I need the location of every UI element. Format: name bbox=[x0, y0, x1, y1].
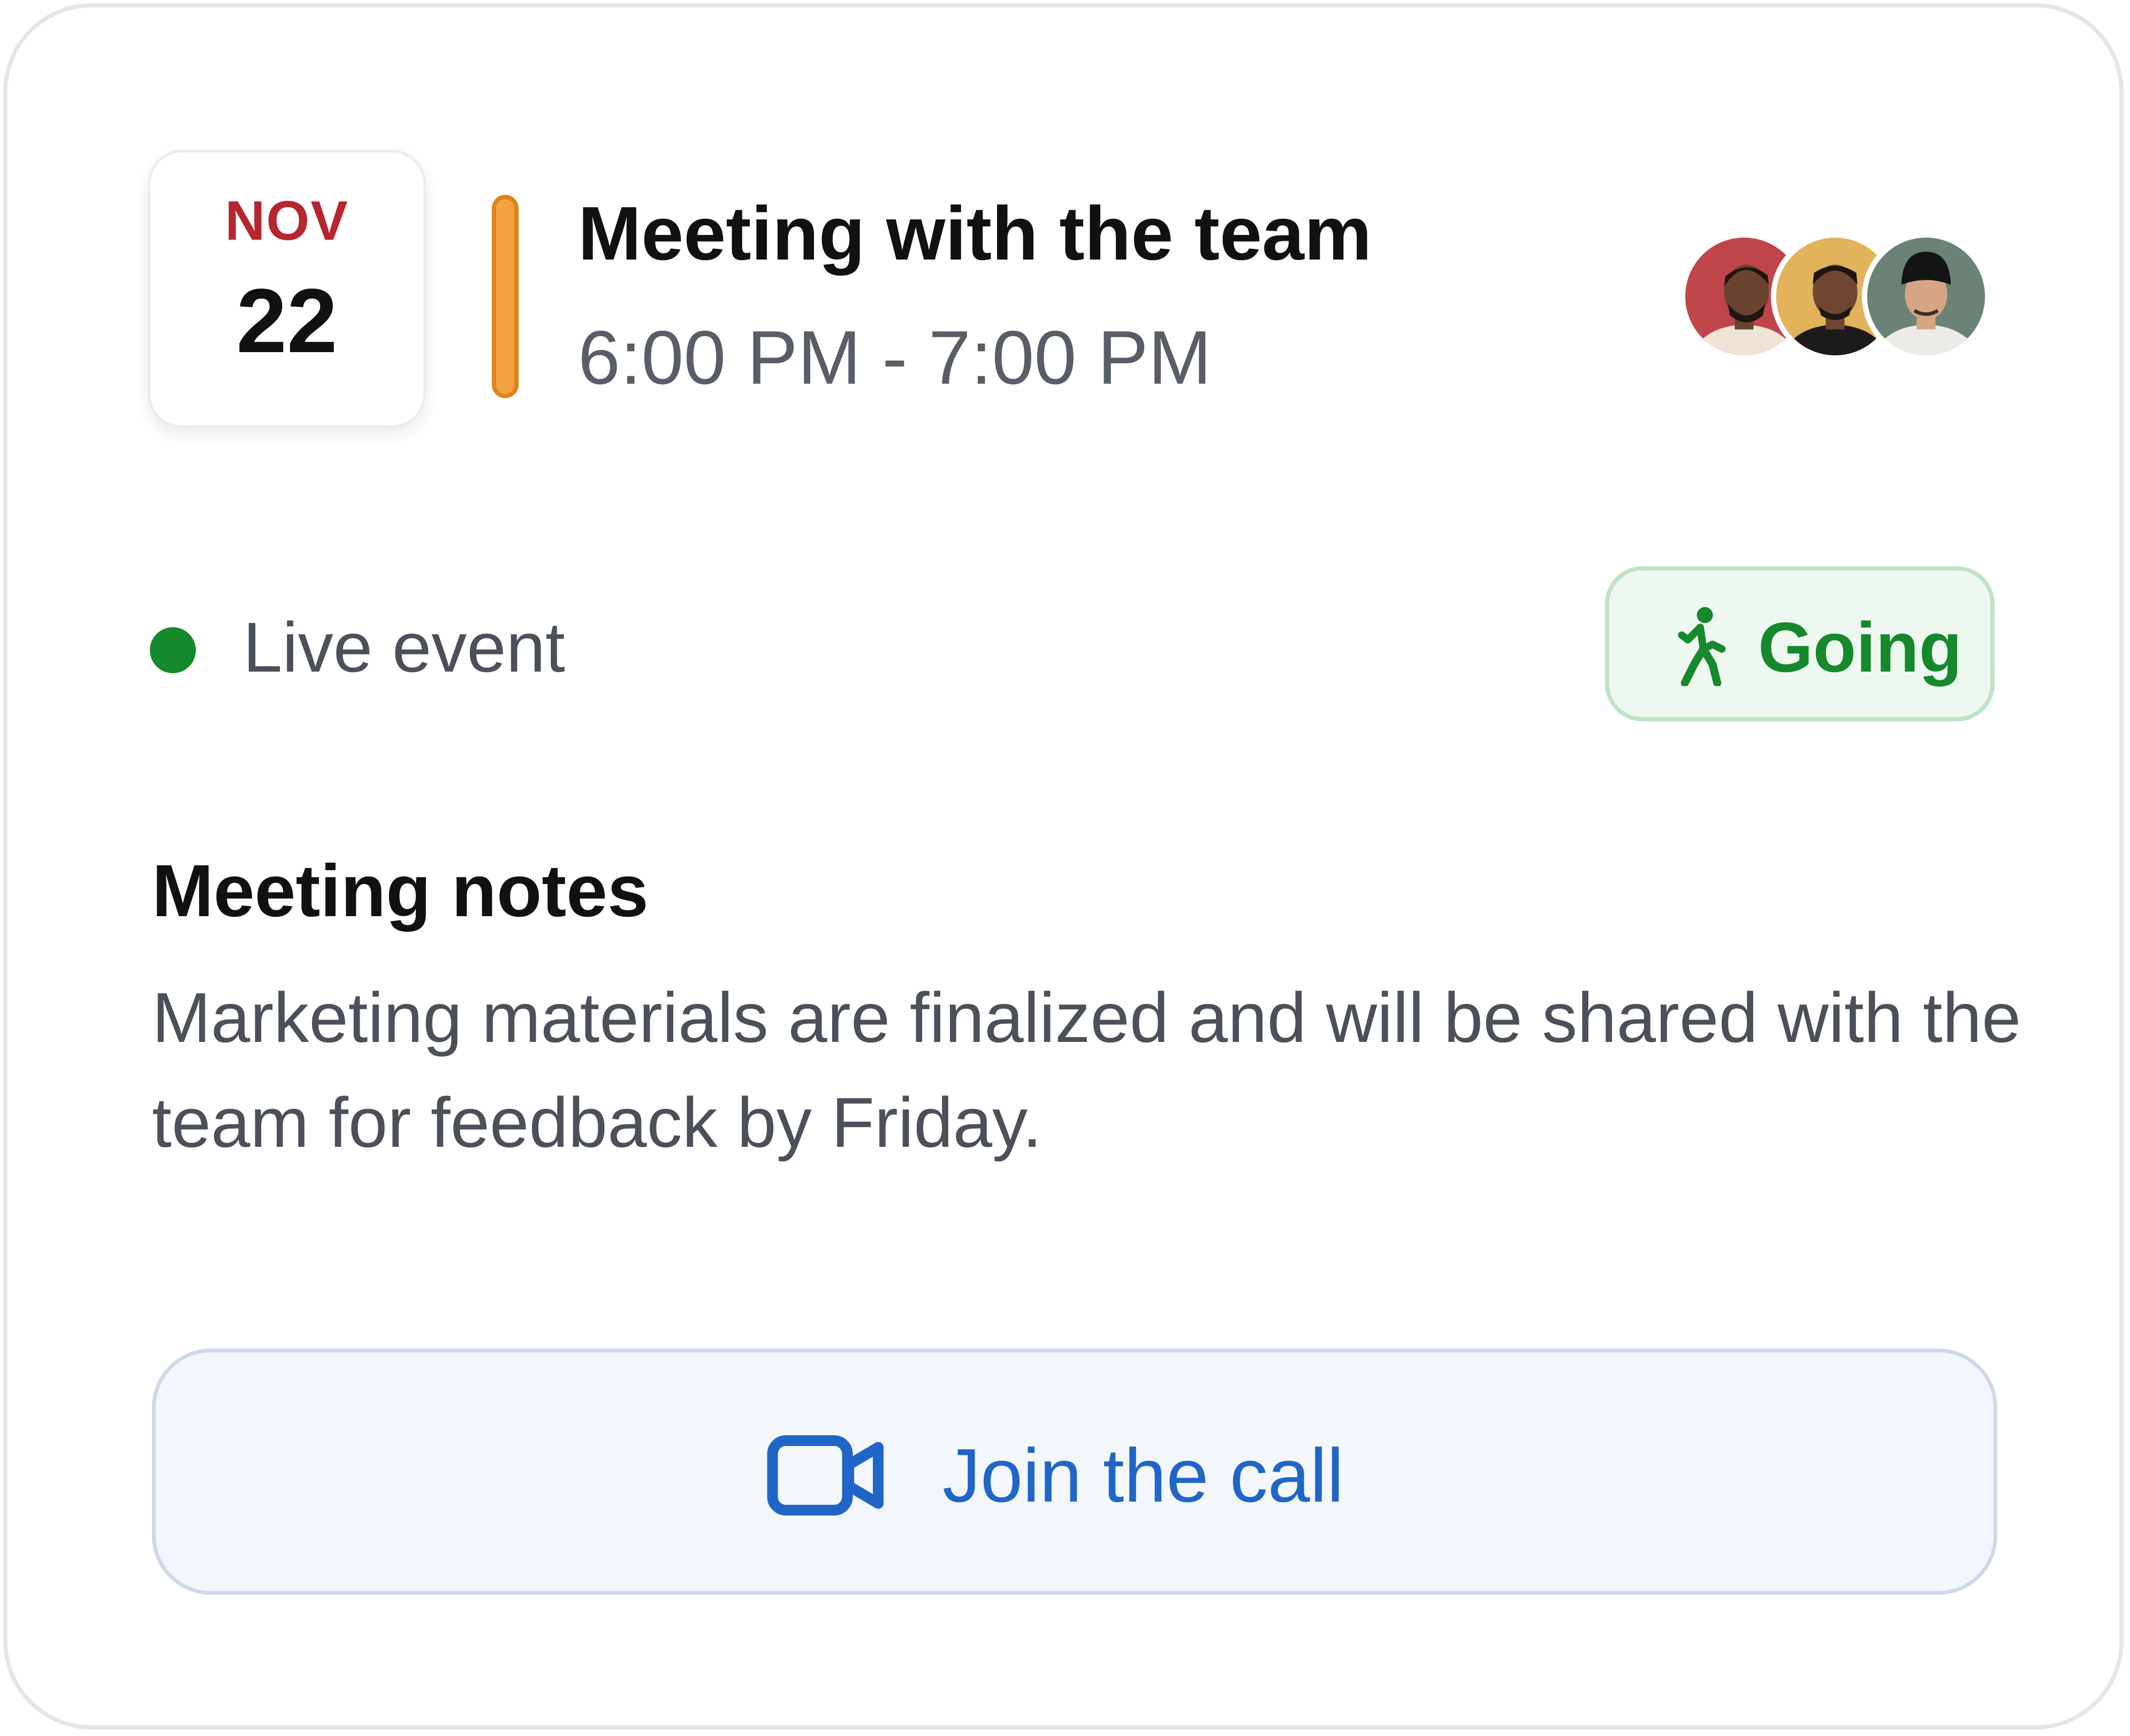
going-label: Going bbox=[1758, 608, 1962, 687]
walking-person-icon bbox=[1678, 607, 1726, 686]
notes-heading: Meeting notes bbox=[152, 850, 649, 932]
attendee-avatars[interactable] bbox=[1680, 232, 1996, 361]
join-call-button[interactable]: Join the call bbox=[152, 1349, 1997, 1595]
join-call-label: Join the call bbox=[942, 1433, 1344, 1518]
live-event-label: Live event bbox=[243, 608, 565, 687]
date-tile: NOV 22 bbox=[148, 150, 426, 428]
event-accent-bar bbox=[492, 195, 519, 398]
event-time: 6:00 PM - 7:00 PM bbox=[578, 315, 1212, 400]
live-status-dot bbox=[150, 627, 196, 673]
going-button[interactable]: Going bbox=[1605, 566, 1995, 721]
date-month: NOV bbox=[225, 190, 349, 252]
notes-body: Marketing materials are finalized and wi… bbox=[152, 978, 2021, 1162]
event-title: Meeting with the team bbox=[578, 191, 1372, 276]
event-card: NOV 22 Meeting with the team 6:00 PM - 7… bbox=[3, 3, 2124, 1730]
avatar-icon[interactable] bbox=[1862, 232, 1990, 361]
date-day: 22 bbox=[236, 270, 338, 372]
video-camera-icon bbox=[767, 1435, 884, 1516]
